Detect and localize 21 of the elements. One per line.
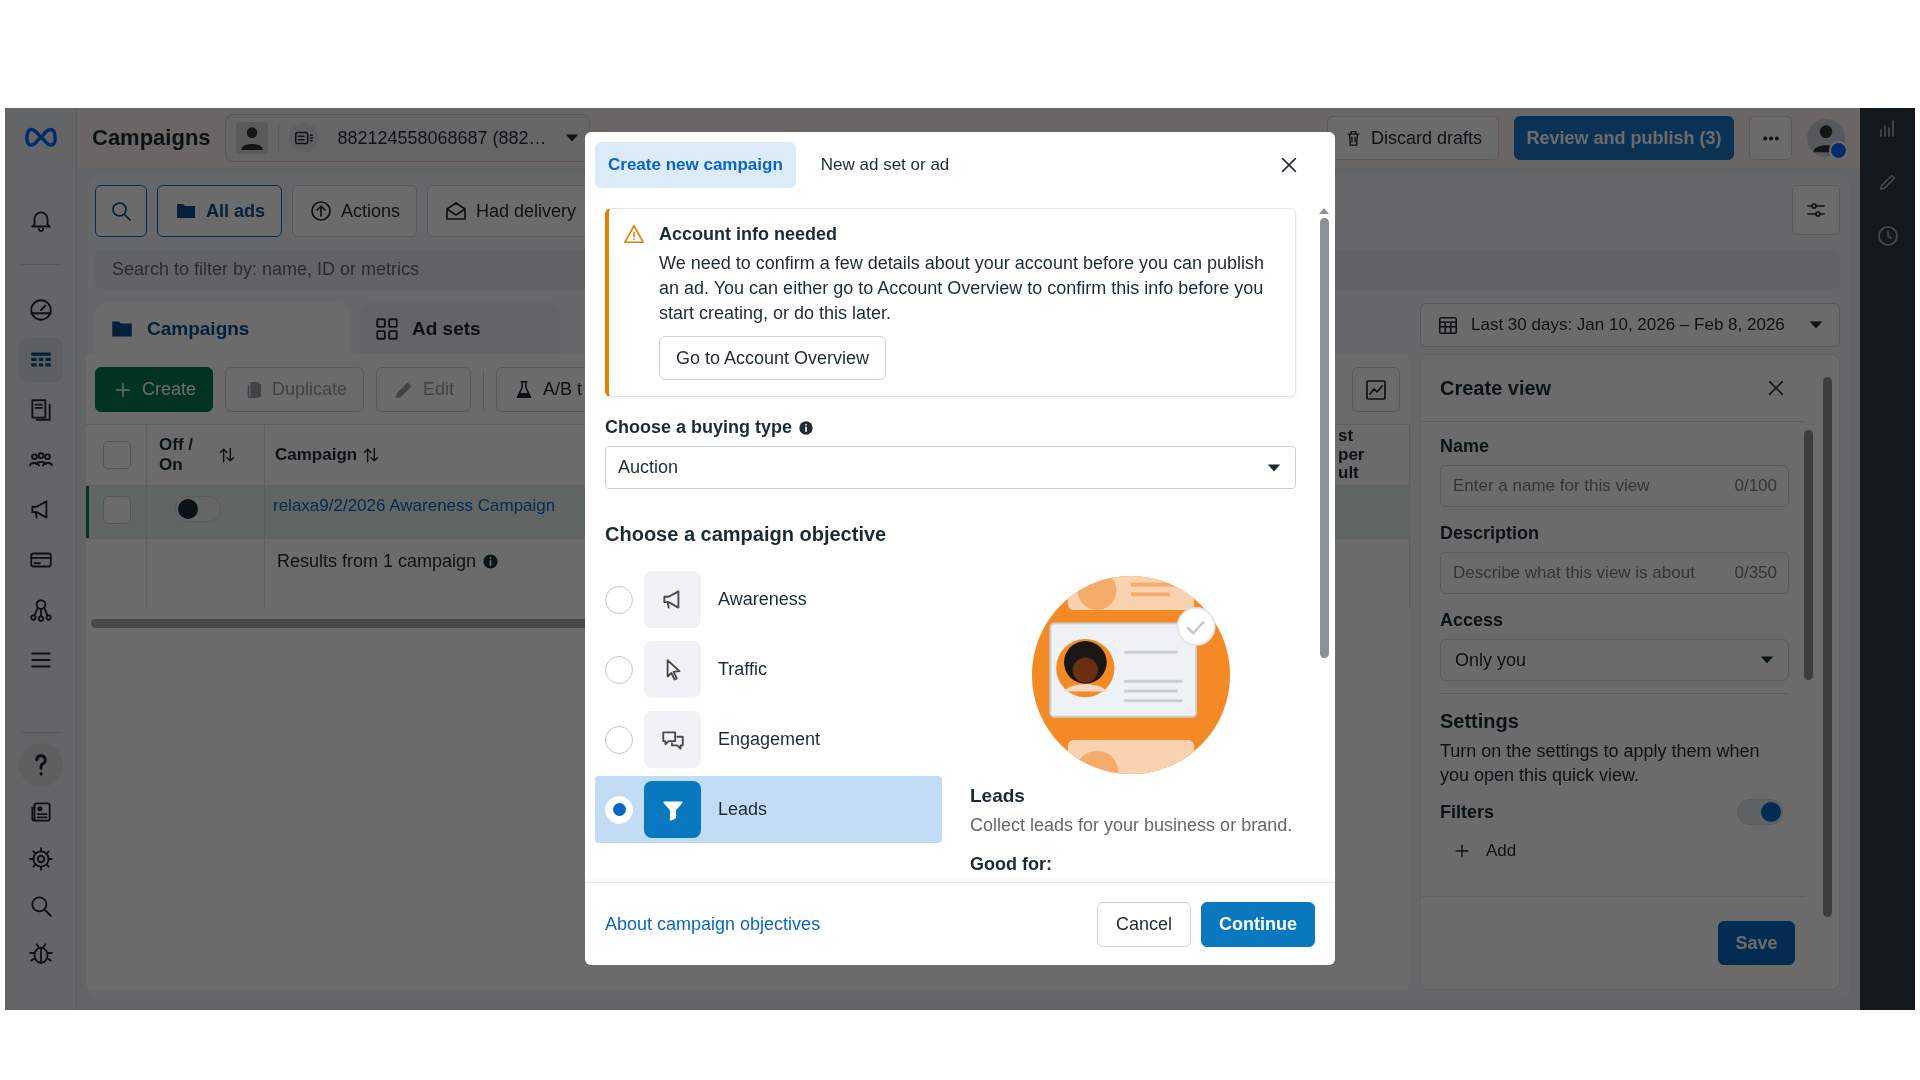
field-label: Description: [1440, 523, 1541, 544]
panel-title: Create view: [1440, 376, 1552, 400]
page-title: Campaigns: [92, 125, 210, 151]
alert-title: Account info needed: [659, 223, 838, 246]
field-label: Choose a buying type: [605, 417, 793, 438]
column-header: Campaign: [275, 445, 358, 465]
toggle-label: Filters: [1440, 801, 1495, 823]
objective-description: Collect leads for your business or brand.: [970, 815, 1294, 836]
column-header: Off / On: [159, 435, 194, 475]
section-title: Choose a campaign objective: [605, 523, 888, 546]
objective-title: Leads: [970, 785, 1026, 807]
field-label: Name: [1440, 436, 1491, 457]
settings-description: Turn on the settings to apply them when you open this quick view.: [1440, 740, 1761, 787]
field-label: Access: [1440, 610, 1505, 631]
alert-message: We need to confirm a few details about your account before you can publish an ad. You can either go to Account Overview to confirm this info before you start creating, or do this later.: [659, 252, 1266, 325]
good-for-heading: Good for:: [970, 854, 1053, 875]
section-title: Settings: [1440, 710, 1520, 733]
character-counter: 0/100: [1734, 476, 1777, 496]
column-header: st per ult: [1338, 426, 1366, 484]
results-summary: Results from 1 campaign: [277, 551, 477, 572]
character-counter: 0/350: [1734, 563, 1777, 583]
